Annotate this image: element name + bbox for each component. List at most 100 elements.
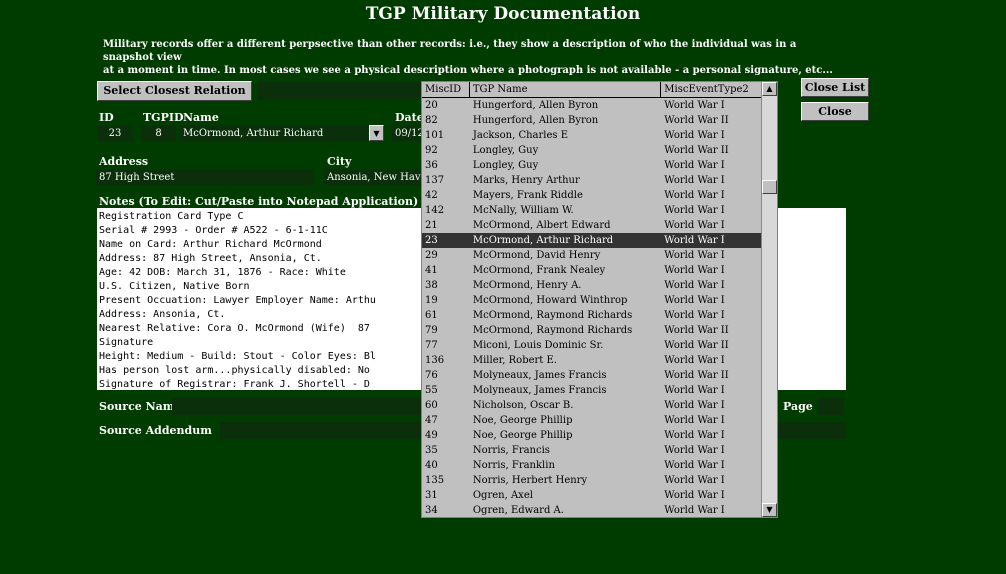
list-row[interactable]: 47 Noe, George Phillip World War I: [422, 413, 761, 428]
list-row[interactable]: 137 Marks, Henry Arthur World War I: [422, 173, 761, 188]
list-row[interactable]: 77 Miconi, Louis Dominic Sr. World War II: [422, 338, 761, 353]
list-row[interactable]: 36 Longley, Guy World War I: [422, 158, 761, 173]
close-button[interactable]: Close: [801, 102, 869, 121]
name-combo-field[interactable]: McOrmond, Arthur Richard: [180, 125, 368, 141]
list-row[interactable]: 142 McNally, William W. World War I: [422, 203, 761, 218]
row-tgp-name: Norris, Herbert Henry: [472, 475, 588, 486]
scroll-thumb[interactable]: [762, 180, 777, 194]
page-field[interactable]: [818, 398, 844, 415]
list-row[interactable]: 49 Noe, George Phillip World War I: [422, 428, 761, 443]
row-misc-id: 142: [425, 205, 445, 216]
date-label: Date: [395, 111, 424, 124]
row-misc-id: 92: [425, 145, 438, 156]
row-tgp-name: McOrmond, Frank Nealey: [472, 265, 606, 276]
row-misc-id: 31: [425, 490, 438, 501]
list-row[interactable]: 38 McOrmond, Henry A. World War I: [422, 278, 761, 293]
list-row[interactable]: 136 Miller, Robert E. World War I: [422, 353, 761, 368]
row-misc-id: 60: [425, 400, 438, 411]
list-row[interactable]: 41 McOrmond, Frank Nealey World War I: [422, 263, 761, 278]
list-scrollbar[interactable]: ▲ ▼: [761, 82, 777, 517]
list-row[interactable]: 35 Norris, Francis World War I: [422, 443, 761, 458]
row-tgp-name: McNally, William W.: [472, 205, 574, 216]
column-header: MiscID: [422, 82, 470, 97]
row-event-type: World War I: [664, 490, 725, 501]
row-event-type: World War I: [664, 505, 725, 516]
row-misc-id: 61: [425, 310, 438, 321]
source-name-field[interactable]: [172, 398, 422, 415]
row-misc-id: 23: [425, 235, 438, 246]
list-row[interactable]: 55 Molyneaux, James Francis World War I: [422, 383, 761, 398]
row-tgp-name: McOrmond, David Henry: [472, 250, 601, 261]
source-addendum-field[interactable]: [220, 422, 422, 439]
source-name-label: Source Name: [99, 400, 182, 413]
row-misc-id: 101: [425, 130, 445, 141]
row-event-type: World War I: [664, 310, 725, 321]
list-row[interactable]: 92 Longley, Guy World War II: [422, 143, 761, 158]
list-row[interactable]: 42 Mayers, Frank Riddle World War I: [422, 188, 761, 203]
list-row[interactable]: 29 McOrmond, David Henry World War I: [422, 248, 761, 263]
row-misc-id: 55: [425, 385, 438, 396]
list-row[interactable]: 101 Jackson, Charles E World War I: [422, 128, 761, 143]
row-tgp-name: Hungerford, Allen Byron: [472, 100, 599, 111]
row-tgp-name: Molyneaux, James Francis: [472, 370, 607, 381]
notes-label: Notes (To Edit: Cut/Paste into Notepad A…: [99, 195, 419, 208]
city-field[interactable]: Ansonia, New Haven: [324, 169, 422, 185]
page-label: Page: [783, 400, 813, 413]
list-row[interactable]: 135 Norris, Herbert Henry World War I: [422, 473, 761, 488]
row-tgp-name: McOrmond, Howard Winthrop: [472, 295, 628, 306]
row-misc-id: 20: [425, 100, 438, 111]
list-row[interactable]: 31 Ogren, Axel World War I: [422, 488, 761, 503]
list-row[interactable]: 21 McOrmond, Albert Edward World War I: [422, 218, 761, 233]
id-field[interactable]: 23: [97, 125, 133, 141]
row-tgp-name: Hungerford, Allen Byron: [472, 115, 599, 126]
tgpid-field[interactable]: 8: [141, 125, 176, 141]
row-tgp-name: Jackson, Charles E: [472, 130, 569, 141]
intro-text: Military records offer a different perps…: [103, 39, 833, 76]
row-tgp-name: McOrmond, Raymond Richards: [472, 325, 633, 336]
row-misc-id: 47: [425, 415, 438, 426]
row-event-type: World War I: [664, 100, 725, 111]
list-row[interactable]: 34 Ogren, Edward A. World War I: [422, 503, 761, 517]
list-row[interactable]: 20 Hungerford, Allen Byron World War I: [422, 98, 761, 113]
list-row[interactable]: 79 McOrmond, Raymond Richards World War II: [422, 323, 761, 338]
row-tgp-name: McOrmond, Arthur Richard: [472, 235, 614, 246]
row-tgp-name: Norris, Francis: [472, 445, 550, 456]
closest-relation-field: [258, 82, 423, 100]
row-event-type: World War I: [664, 175, 725, 186]
id-label: ID: [99, 111, 114, 124]
select-closest-relation-button[interactable]: Select Closest Relation: [97, 81, 252, 101]
list-row[interactable]: 23 McOrmond, Arthur Richard World War I: [422, 233, 761, 248]
row-misc-id: 34: [425, 505, 438, 516]
address-field[interactable]: 87 High Street: [96, 169, 314, 185]
row-misc-id: 21: [425, 220, 438, 231]
close-list-button[interactable]: Close List: [801, 78, 869, 97]
list-row[interactable]: 76 Molyneaux, James Francis World War II: [422, 368, 761, 383]
row-event-type: World War II: [664, 340, 729, 351]
row-misc-id: 137: [425, 175, 445, 186]
page-title: TGP Military Documentation: [365, 4, 641, 24]
scroll-down-button[interactable]: ▼: [762, 503, 777, 517]
list-header: MiscID TGP Name MiscEventType2: [422, 82, 761, 98]
name-label: Name: [183, 111, 219, 124]
row-event-type: World War I: [664, 190, 725, 201]
row-tgp-name: Noe, George Phillip: [472, 415, 573, 426]
scroll-up-button[interactable]: ▲: [762, 82, 777, 96]
row-tgp-name: McOrmond, Raymond Richards: [472, 310, 633, 321]
list-row[interactable]: 61 McOrmond, Raymond Richards World War I: [422, 308, 761, 323]
list-row[interactable]: 40 Norris, Franklin World War I: [422, 458, 761, 473]
row-tgp-name: Ogren, Edward A.: [472, 505, 564, 516]
name-dropdown-button[interactable]: ▼: [369, 125, 384, 141]
chevron-down-icon: ▼: [766, 505, 773, 514]
row-misc-id: 42: [425, 190, 438, 201]
list-row[interactable]: 19 McOrmond, Howard Winthrop World War I: [422, 293, 761, 308]
chevron-down-icon: ▼: [373, 129, 380, 138]
date-field[interactable]: 09/12: [392, 125, 422, 141]
records-dropdown-list[interactable]: MiscID TGP Name MiscEventType2 20 Hungerf…: [421, 81, 778, 518]
list-row[interactable]: 82 Hungerford, Allen Byron World War II: [422, 113, 761, 128]
list-body: 20 Hungerford, Allen Byron World War I 82 Hu…: [422, 98, 761, 517]
row-event-type: World War I: [664, 430, 725, 441]
row-event-type: World War II: [664, 325, 729, 336]
row-event-type: World War I: [664, 250, 725, 261]
row-tgp-name: Molyneaux, James Francis: [472, 385, 607, 396]
list-row[interactable]: 60 Nicholson, Oscar B. World War I: [422, 398, 761, 413]
